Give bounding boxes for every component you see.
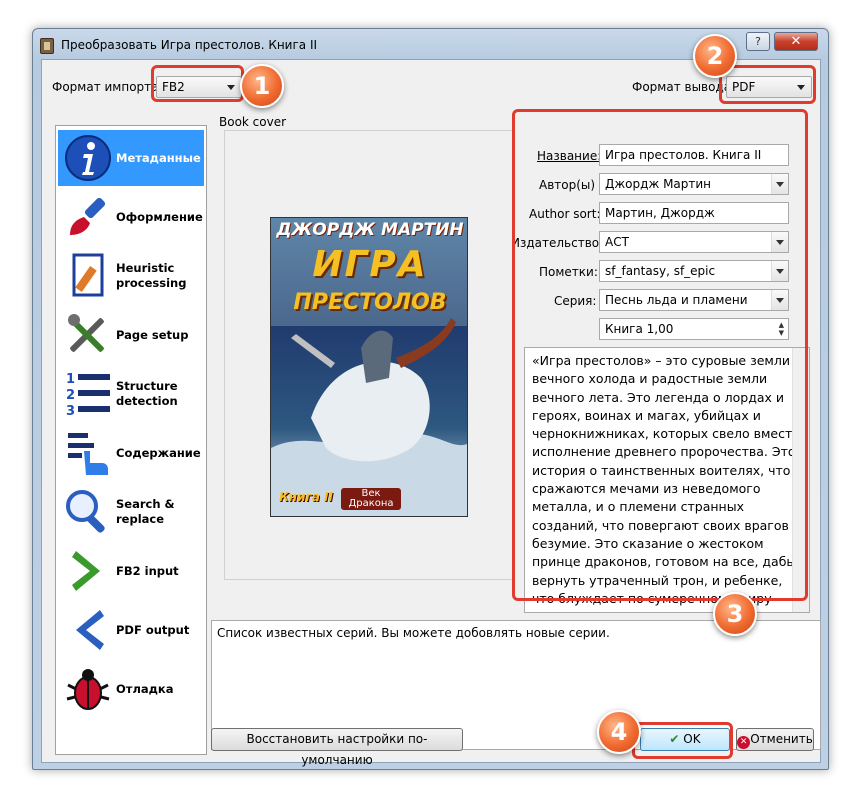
- sidebar-item-search-replace[interactable]: Search & replace: [58, 484, 204, 540]
- cancel-icon: ✕: [737, 736, 751, 749]
- book-cover-panel: ДЖОРДЖ МАРТИН ИГРА ПРЕСТОЛОВ Книга II Ве…: [224, 130, 514, 580]
- close-button[interactable]: ✕: [774, 32, 818, 51]
- sidebar-item-label: Search & replace: [116, 497, 175, 526]
- toc-hand-icon: [68, 433, 108, 475]
- restore-defaults-button[interactable]: Восстановить настройки по-умолчанию: [211, 728, 463, 767]
- sidebar-item-label: FB2 input: [116, 563, 179, 578]
- document-wand-icon: [72, 253, 104, 297]
- cover-publisher-logo: Век Дракона: [341, 488, 401, 510]
- magnifier-icon: [66, 490, 105, 533]
- cover-book-label: Книга II: [279, 490, 333, 504]
- book-cover-image[interactable]: ДЖОРДЖ МАРТИН ИГРА ПРЕСТОЛОВ Книга II Ве…: [270, 217, 468, 517]
- import-format-label: Формат импорта:: [52, 80, 163, 94]
- svg-text:2: 2: [66, 388, 75, 403]
- callout-ok-button: [632, 722, 733, 759]
- help-button[interactable]: ?: [746, 32, 770, 51]
- badge-2: 2: [693, 34, 737, 78]
- sidebar-item-label: Содержание: [116, 445, 201, 460]
- sidebar-item-label: PDF output: [116, 622, 190, 637]
- sidebar-item-look-feel[interactable]: Оформление: [58, 189, 204, 245]
- bug-icon: [66, 669, 110, 710]
- callout-metadata: [512, 109, 808, 601]
- badge-3: 3: [713, 592, 757, 636]
- sidebar-item-heuristic[interactable]: Heuristic processing: [58, 248, 204, 304]
- book-cover-label: Book cover: [219, 115, 287, 129]
- sidebar-item-page-setup[interactable]: Page setup: [58, 307, 204, 363]
- callout-output-format: [719, 65, 816, 104]
- badge-4: 4: [597, 710, 641, 754]
- sidebar-item-fb2-input[interactable]: FB2 input: [58, 543, 204, 599]
- sidebar: Метаданные Оформление Heuristic processi…: [55, 125, 207, 755]
- svg-text:1: 1: [66, 372, 75, 387]
- sidebar-item-label: Оформление: [116, 209, 203, 224]
- svg-text:3: 3: [66, 404, 75, 418]
- numbered-list-icon: 1 2 3: [66, 372, 110, 418]
- sidebar-item-metadata[interactable]: Метаданные: [58, 130, 204, 186]
- sidebar-item-label: Page setup: [116, 327, 189, 342]
- sidebar-item-label: Heuristic processing: [116, 261, 187, 290]
- tools-icon: [68, 314, 104, 352]
- cover-author: ДЖОРДЖ МАРТИН: [276, 220, 464, 240]
- chevron-right-green-icon: [72, 551, 100, 591]
- cover-title-line2: ПРЕСТОЛОВ: [293, 290, 447, 315]
- cancel-label: Отменить: [750, 732, 813, 746]
- sidebar-item-debug[interactable]: Отладка: [58, 661, 204, 717]
- calibre-app-icon: [40, 38, 54, 54]
- help-text: Список известных серий. Вы можете добовл…: [217, 626, 610, 640]
- cover-title-line1: ИГРА: [312, 244, 428, 285]
- sidebar-item-label: Отладка: [116, 681, 174, 696]
- brush-icon: [70, 197, 106, 235]
- chevron-left-blue-icon: [76, 610, 104, 650]
- window-title: Преобразовать Игра престолов. Книга II: [61, 38, 318, 52]
- sidebar-item-toc[interactable]: Содержание: [58, 425, 204, 481]
- sidebar-item-pdf-output[interactable]: PDF output: [58, 602, 204, 658]
- sidebar-item-label: Метаданные: [116, 150, 201, 165]
- info-icon: [65, 135, 111, 181]
- cancel-button[interactable]: ✕ Отменить: [736, 728, 814, 751]
- sidebar-item-structure[interactable]: 1 2 3 Structure detection: [58, 366, 204, 422]
- restore-defaults-label: Восстановить настройки по-умолчанию: [246, 732, 428, 767]
- callout-import-format: [151, 65, 244, 102]
- sidebar-item-label: Structure detection: [116, 379, 178, 408]
- badge-1: 1: [240, 64, 284, 108]
